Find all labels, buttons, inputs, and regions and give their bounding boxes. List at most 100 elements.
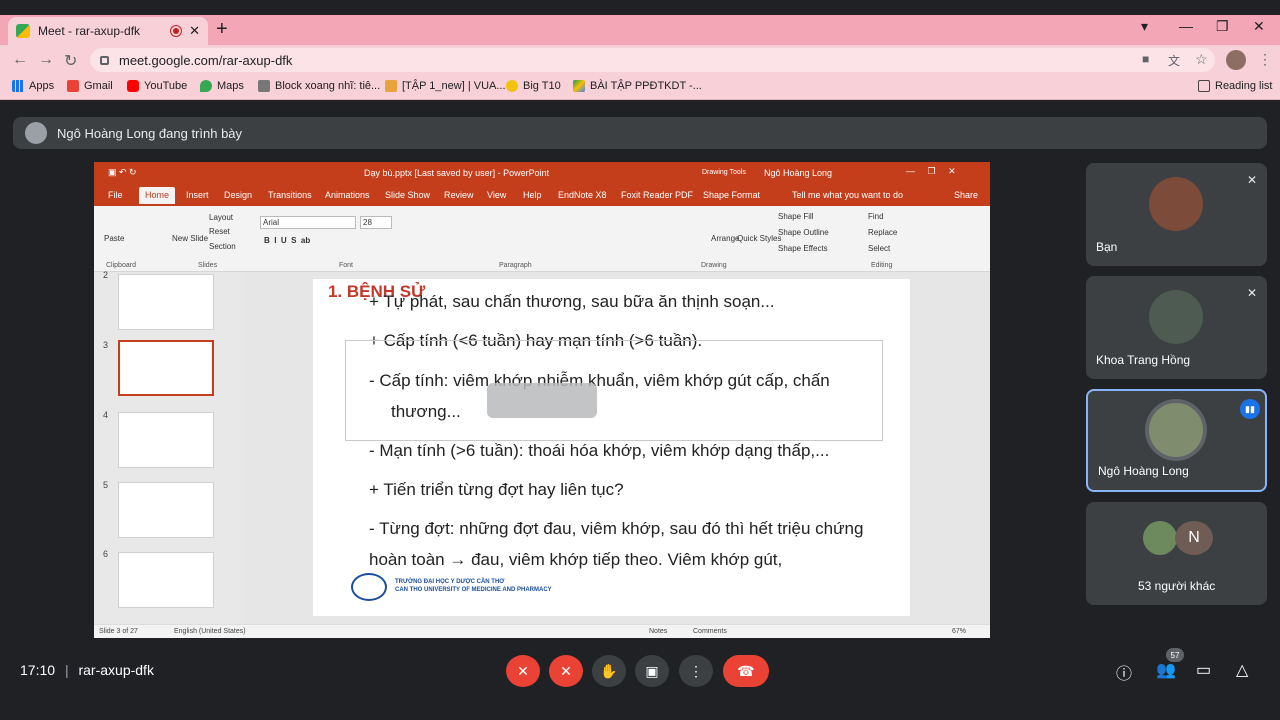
ppt-title-bar: ▣ ↶ ↻ Dạy bù.pptx [Last saved by user] -… <box>94 162 990 184</box>
star-icon[interactable]: ☆ <box>1195 51 1208 68</box>
translate-icon[interactable]: 文 <box>1168 52 1180 69</box>
slide-line: + Tiến triển từng đợt hay liên tục? <box>369 480 624 499</box>
ppt-tab-endnote: EndNote X8 <box>558 190 607 200</box>
ppt-tell-me: Tell me what you want to do <box>792 190 904 200</box>
slide-thumb <box>118 274 214 330</box>
ppt-tab-shape-format: Shape Format <box>703 190 761 200</box>
slide-footer-vn: TRƯỜNG ĐẠI HỌC Y DƯỢC CẦN THƠ <box>395 579 505 585</box>
raise-hand-button[interactable]: ✋ <box>592 655 626 687</box>
avatar <box>1149 403 1203 457</box>
ppt-tab-help: Help <box>523 190 542 200</box>
present-button[interactable]: ▣ <box>635 655 669 687</box>
meeting-time: 17:10 | rar-axup-dfk <box>20 662 154 678</box>
paste-label: Paste <box>104 234 125 243</box>
bookmark-gmail[interactable]: Gmail <box>67 80 113 92</box>
url-text: meet.google.com/rar-axup-dfk <box>119 52 293 68</box>
shape-fill-label: Shape Fill <box>778 212 814 221</box>
minimize-button[interactable]: — <box>1179 18 1193 34</box>
presentation-floating-bar[interactable] <box>487 383 597 418</box>
quick-styles-label: Quick Styles <box>737 234 782 243</box>
menu-icon[interactable]: ⋮ <box>1258 51 1272 68</box>
end-call-button[interactable]: ☎ <box>723 655 769 687</box>
participant-tile-khoa[interactable]: ✕ Khoa Trang Hồng <box>1086 276 1267 379</box>
participant-name: 53 người khác <box>1138 579 1216 593</box>
bookmark-youtube[interactable]: YouTube <box>127 80 187 92</box>
ppt-tab-file: File <box>108 190 123 200</box>
back-icon[interactable]: ← <box>12 51 28 69</box>
ppt-ribbon-tabs: File Home Insert Design Transitions Anim… <box>94 184 990 206</box>
shape-effects-label: Shape Effects <box>778 244 828 253</box>
avatar-initial: N <box>1175 521 1213 555</box>
ppt-tab-transitions: Transitions <box>268 190 312 200</box>
mic-toggle-button[interactable]: ✕ <box>506 655 540 687</box>
forward-icon[interactable]: → <box>38 51 54 69</box>
reload-icon[interactable]: ↻ <box>64 51 77 71</box>
ppt-share: Share <box>954 190 979 200</box>
ppt-tab-review: Review <box>444 190 474 200</box>
activities-icon[interactable]: △ <box>1236 660 1248 680</box>
reading-list[interactable]: Reading list <box>1198 80 1272 92</box>
ppt-tab-insert: Insert <box>186 190 209 200</box>
new-tab-button[interactable]: + <box>216 18 228 41</box>
tab-close-icon[interactable]: ✕ <box>189 23 200 39</box>
participant-tile-presenter[interactable]: ▮▮ Ngô Hoàng Long <box>1086 389 1267 492</box>
reading-list-icon <box>1198 80 1210 92</box>
camera-toggle-button[interactable]: ✕ <box>549 655 583 687</box>
ppt-tab-home: Home <box>139 187 176 204</box>
slide-thumb <box>118 482 214 538</box>
browser-tab[interactable]: Meet - rar-axup-dfk ✕ <box>8 17 208 45</box>
thumb-number: 4 <box>103 410 109 420</box>
bookmark-tap1[interactable]: [TẬP 1_new] | VUA... <box>385 80 506 92</box>
participant-tile-you[interactable]: ✕ Bạn <box>1086 163 1267 266</box>
bookmark-maps[interactable]: Maps <box>200 80 244 92</box>
bookmark-big[interactable]: Big T10 <box>506 80 561 92</box>
presenter-avatar <box>25 122 47 144</box>
drive-icon <box>573 80 585 92</box>
info-icon[interactable]: ⓘ <box>1116 660 1132 684</box>
gmail-icon <box>67 80 79 92</box>
slide-thumbnails: 2 3 4 5 6 <box>94 270 244 624</box>
chat-icon[interactable]: ▭ <box>1196 660 1211 680</box>
close-window-button[interactable]: ✕ <box>1253 18 1265 35</box>
ppt-tab-animations: Animations <box>325 190 370 200</box>
reset-label: Reset <box>209 227 230 236</box>
address-bar[interactable]: meet.google.com/rar-axup-dfk <box>90 48 1215 72</box>
bookmark-drive[interactable]: BÀI TẬP PPĐTKDT -... <box>573 80 702 92</box>
presenter-bar: Ngô Hoàng Long đang trình bày <box>13 117 1267 149</box>
profile-avatar[interactable] <box>1226 50 1246 70</box>
thumb-number: 3 <box>103 340 109 350</box>
page-icon <box>258 80 270 92</box>
avatar <box>1149 177 1203 231</box>
save-icon: ▣ ↶ ↻ <box>108 167 137 177</box>
participant-tile-others[interactable]: N 53 người khác <box>1086 502 1267 605</box>
bookmark-block[interactable]: Block xoang nhĩ: tiê... <box>258 80 380 92</box>
thumb-number: 2 <box>103 270 109 280</box>
select-label: Select <box>868 244 891 253</box>
bookmark-apps[interactable]: Apps <box>12 80 54 92</box>
camera-icon[interactable]: ■ <box>1142 52 1149 66</box>
ppt-window-controls: — ❐ ✕ <box>906 166 956 176</box>
group-editing: Editing <box>871 262 893 269</box>
ppt-tab-design: Design <box>224 190 253 200</box>
shape-outline-label: Shape Outline <box>778 228 829 237</box>
ppt-tab-slideshow: Slide Show <box>385 190 431 200</box>
font-name-box: Arial <box>260 216 356 229</box>
participant-count-badge: 57 <box>1166 648 1184 662</box>
people-icon[interactable]: 👥 <box>1156 660 1176 680</box>
maps-icon <box>200 80 212 92</box>
participant-name: Ngô Hoàng Long <box>1098 464 1189 478</box>
group-drawing: Drawing <box>701 262 727 269</box>
font-size-box: 28 <box>360 216 392 229</box>
presenter-text: Ngô Hoàng Long đang trình bày <box>57 125 243 141</box>
tab-title: Meet - rar-axup-dfk <box>38 24 141 38</box>
maximize-button[interactable]: ❐ <box>1216 18 1229 35</box>
tab-search-icon[interactable]: ▾ <box>1141 18 1148 35</box>
more-options-button[interactable]: ⋮ <box>679 655 713 687</box>
new-slide-label: New Slide <box>172 234 209 243</box>
ppt-status-bar: Slide 3 of 27 English (United States) No… <box>94 624 990 638</box>
slide-line: hoàn toàn → đau, viêm khớp tiếp theo. Vi… <box>369 550 783 569</box>
thumb-number: 6 <box>103 549 109 559</box>
ppt-ribbon: Paste New Slide Layout Reset Section Ari… <box>94 206 990 272</box>
mic-off-icon: ✕ <box>1246 173 1257 187</box>
page-icon <box>506 80 518 92</box>
